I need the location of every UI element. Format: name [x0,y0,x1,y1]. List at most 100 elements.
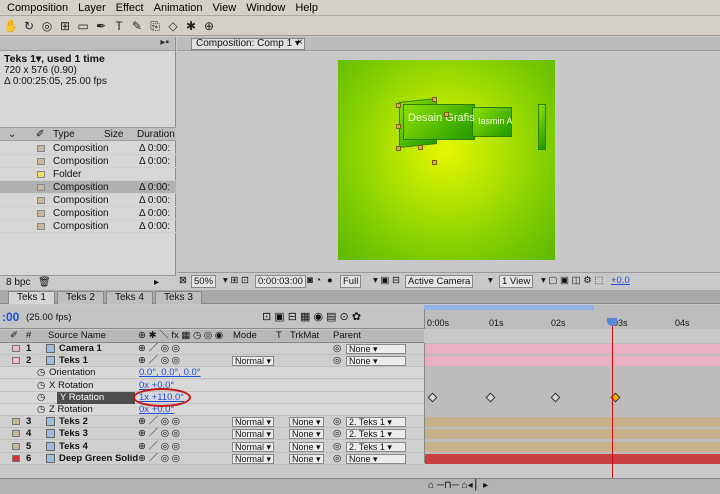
timeline-tab[interactable]: Teks 3 [155,291,202,304]
pen-tool-icon[interactable]: ✒ [93,18,109,34]
transform-handle[interactable] [396,124,401,129]
project-item-row[interactable]: Composition Δ 0:00: [0,194,176,207]
layer-duration-bar[interactable] [425,453,720,464]
layer-duration-bar[interactable] [425,417,720,428]
layer-row[interactable]: 3 Teks 2 ⊕ ／ ◎ ◎ Normal ▾ None ▾ ◎ 2. Teks 1 ▾ [0,416,424,429]
rectangle-mask-icon[interactable]: ▭ [75,18,91,34]
keyframe-icon[interactable] [485,392,496,403]
menu-effect[interactable]: Effect [111,2,149,14]
type-column-header[interactable]: Type [53,129,75,140]
current-time-display[interactable]: :00 [2,310,19,324]
scroll-right-icon[interactable]: ▸ [154,276,159,289]
current-time-indicator[interactable] [612,318,613,478]
clone-stamp-icon[interactable]: ⎘ [147,18,163,34]
layer-duration-bar[interactable] [425,344,720,354]
property-row[interactable]: ◷ X Rotation 0x +0.0° [0,379,424,392]
resolution-select[interactable]: Full [340,275,362,288]
layer-label-color[interactable] [12,430,20,438]
sort-chevron-icon[interactable]: ⌄ [8,129,16,140]
project-item-row[interactable]: Composition Δ 0:00: [0,142,176,155]
layer-duration-bar[interactable] [425,356,720,367]
layer-label-color[interactable] [12,454,20,462]
parent-pickwhip-icon[interactable]: ◎ [333,441,341,453]
layer-switches[interactable]: ⊕ ／ ◎ ◎ [138,428,180,440]
brush-tool-icon[interactable]: ✎ [129,18,145,34]
transform-handle[interactable] [418,145,423,150]
property-row[interactable]: ◷ Orientation 0.0°, 0.0°, 0.0° [0,367,424,380]
transform-handle[interactable] [396,103,401,108]
composition-viewer[interactable]: Desain Grafis Iasmin A [338,60,555,260]
menu-layer[interactable]: Layer [73,2,111,14]
views-dropdown-arrow[interactable]: ▾ [488,273,493,288]
layer-row[interactable]: 1 Camera 1 ⊕ ／ ◎ ◎ ◎ None ▾ [0,343,424,355]
color-channel-icon[interactable]: ● [327,273,333,288]
layout-icons[interactable]: ▾ ▢ ▣ ◫ ⚙ ⬚ [541,273,603,288]
bpc-toggle[interactable]: 8 bpc [6,276,30,289]
menu-view[interactable]: View [208,2,242,14]
menu-window[interactable]: Window [241,2,290,14]
timeline-tab[interactable]: Teks 4 [106,291,153,304]
views-select[interactable]: 1 View [499,275,534,288]
layer-switches[interactable]: ⊕ ／ ◎ ◎ [138,441,180,453]
layer-label-color[interactable] [12,345,20,352]
fast-preview-icon[interactable]: ▾ ▣ ⊟ [373,273,400,288]
layer-row[interactable]: 4 Teks 3 ⊕ ／ ◎ ◎ Normal ▾ None ▾ ◎ 2. Teks 1 ▾ [0,428,424,441]
project-item-row[interactable]: Composition Δ 0:00: [0,155,176,168]
layer-switches[interactable]: ⊕ ／ ◎ ◎ [138,343,180,355]
snapshot-icon[interactable]: ◙ ◔ [307,273,321,288]
eraser-icon[interactable]: ◇ [165,18,181,34]
layer-label-color[interactable] [12,442,20,450]
panel-menu-icon[interactable]: ▸▪ [160,37,169,48]
parent-select[interactable]: None ▾ [346,356,406,367]
trkmat-select[interactable]: None ▾ [289,453,324,464]
layer-name[interactable]: Teks 4 [59,441,88,453]
stopwatch-icon[interactable]: ◷ [37,404,45,416]
transform-handle[interactable] [396,146,401,151]
blend-mode-select[interactable]: Normal ▾ [232,453,275,464]
parent-pickwhip-icon[interactable]: ◎ [333,428,341,440]
layer-name[interactable]: Deep Green Solid [59,453,138,465]
trkmat-select[interactable]: None ▾ [289,429,324,440]
timecode-display[interactable]: 0:00:03:00 [255,275,306,288]
layer-name[interactable]: Teks 3 [59,428,88,440]
layer-duration-bar[interactable] [425,429,720,440]
composition-tab[interactable]: Composition: Comp 1 ▾ [191,38,305,50]
layer-switches[interactable]: ⊕ ／ ◎ ◎ [138,453,180,465]
parent-pickwhip-icon[interactable]: ◎ [333,416,341,428]
stopwatch-icon[interactable]: ◷ [37,380,45,392]
zoom-slider[interactable]: ⌂ ─⊓─ ⌂◂ ▏▸ [428,480,488,491]
property-row[interactable]: ◷ Y Rotation 1x +110.0° [0,391,424,404]
parent-select[interactable]: None ▾ [346,453,406,464]
keyframe-icon[interactable] [427,392,438,403]
property-value[interactable]: 0.0°, 0.0°, 0.0° [139,367,201,379]
parent-select[interactable]: 2. Teks 1 ▾ [346,429,406,440]
timeline-tab[interactable]: Teks 2 [57,291,104,304]
layer-name[interactable]: Camera 1 [59,343,102,355]
layer-label-color[interactable] [12,357,20,365]
project-item-row[interactable]: Composition Δ 0:00: [0,220,176,233]
trkmat-select[interactable]: None ▾ [289,441,324,452]
menu-help[interactable]: Help [290,2,323,14]
puppet-pin-icon[interactable]: ✱ [183,18,199,34]
orbit-camera-icon[interactable]: ◎ [39,18,55,34]
stopwatch-icon[interactable]: ◷ [37,392,45,404]
layer-row[interactable]: 5 Teks 4 ⊕ ／ ◎ ◎ Normal ▾ None ▾ ◎ 2. Teks 1 ▾ [0,440,424,453]
size-column-header[interactable]: Size [104,129,123,140]
blend-mode-select[interactable]: Normal ▾ [232,429,275,440]
blend-mode-select[interactable]: Normal ▾ [232,417,275,428]
zoom-select[interactable]: 50% [191,275,217,288]
timeline-switch-icons[interactable]: ⊡ ▣ ⊟ ▦ ◉ ▤ ⊙ ✿ [262,310,361,323]
track-xy-icon[interactable]: ⊞ [57,18,73,34]
timeline-graph[interactable] [424,343,720,464]
work-area-bar[interactable] [424,305,594,310]
exposure-value[interactable]: +0.0 [611,273,630,288]
parent-pickwhip-icon[interactable]: ◎ [333,343,341,355]
close-icon[interactable]: × [297,37,303,48]
blend-mode-select[interactable]: Normal ▾ [232,441,275,452]
transform-handle[interactable] [432,160,437,165]
keyframe-icon[interactable] [550,392,561,403]
project-item-row[interactable]: Composition Δ 0:00: [0,207,176,220]
menu-animation[interactable]: Animation [149,2,208,14]
parent-pickwhip-icon[interactable]: ◎ [333,453,341,465]
layer-switches[interactable]: ⊕ ／ ◎ ◎ [138,355,180,367]
